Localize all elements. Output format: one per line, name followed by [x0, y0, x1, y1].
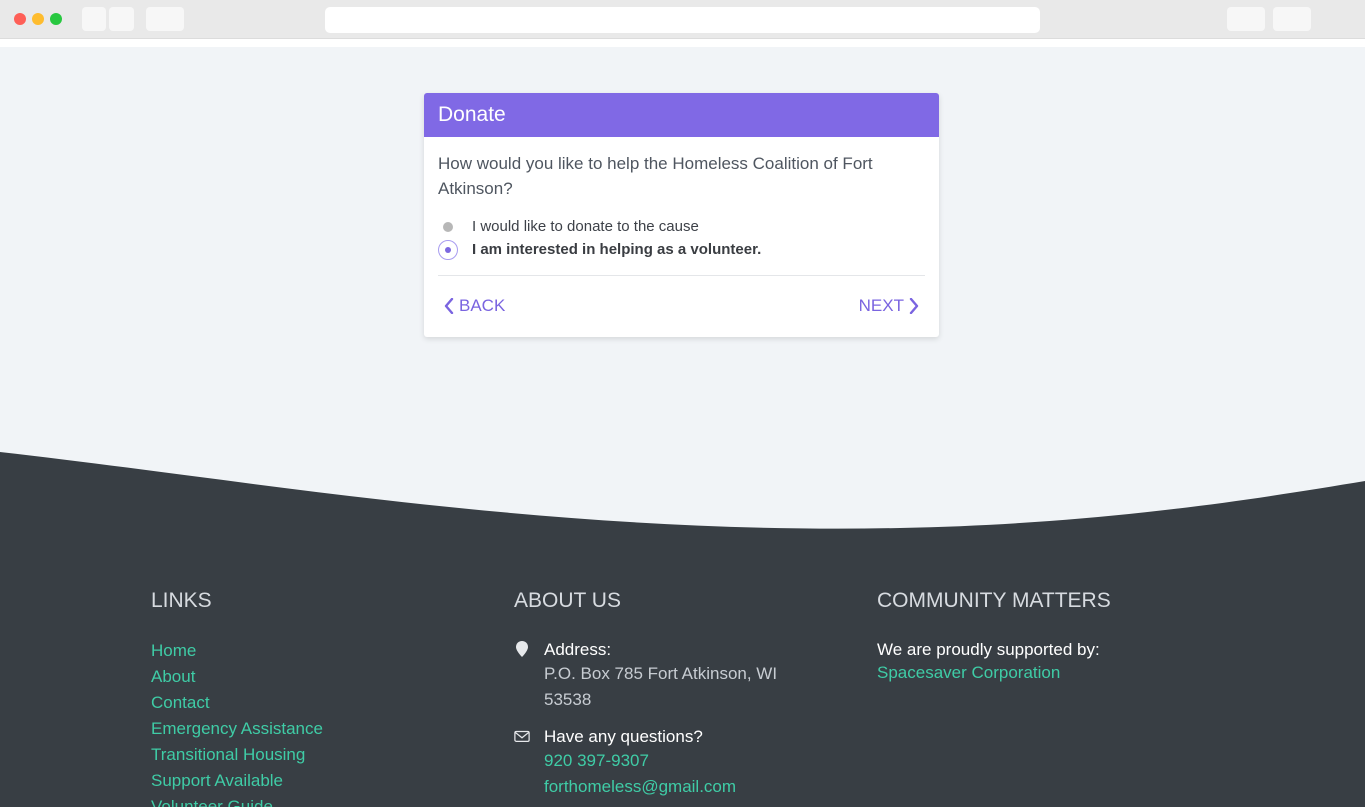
footer-wave [0, 452, 1365, 540]
options-group: I would like to donate to the cause I am… [438, 215, 925, 261]
footer-links-list: Home About Contact Emergency Assistance … [151, 638, 323, 807]
email-link[interactable]: forthomeless@gmail.com [544, 774, 794, 800]
chevron-left-icon [444, 298, 454, 314]
forward-nav-button[interactable] [109, 7, 134, 31]
sponsor-link[interactable]: Spacesaver Corporation [877, 661, 1111, 684]
footer-link-volunteer[interactable]: Volunteer Guide [151, 794, 323, 807]
envelope-icon [514, 730, 530, 742]
question-text: How would you like to help the Homeless … [438, 154, 873, 198]
phone-link[interactable]: 920 397-9307 [544, 748, 794, 774]
donate-card: Donate How would you like to help the Ho… [424, 93, 939, 337]
footer-link-housing[interactable]: Transitional Housing [151, 742, 323, 768]
option-label: I am interested in helping as a voluntee… [472, 241, 762, 258]
card-body: How would you like to help the Homeless … [424, 137, 939, 334]
address-block: Address: P.O. Box 785 Fort Atkinson, WI … [514, 638, 794, 713]
maximize-window-button[interactable] [50, 13, 62, 25]
footer-link-support[interactable]: Support Available [151, 768, 323, 794]
share-button[interactable] [1227, 7, 1265, 31]
sidebar-toggle-button[interactable] [146, 7, 184, 31]
radio-donate[interactable] [438, 217, 458, 237]
footer-community-column: COMMUNITY MATTERS We are proudly support… [877, 588, 1111, 684]
next-label: NEXT [858, 296, 904, 315]
back-label: BACK [459, 296, 506, 315]
tabs-button[interactable] [1273, 7, 1311, 31]
option-label: I would like to donate to the cause [472, 218, 699, 235]
next-button[interactable]: NEXT [859, 296, 919, 316]
community-heading: COMMUNITY MATTERS [877, 589, 1111, 612]
site-footer: LINKS Home About Contact Emergency Assis… [0, 530, 1365, 807]
radio-volunteer[interactable] [438, 239, 458, 260]
address-bar[interactable] [325, 7, 1040, 33]
card-header: Donate [424, 93, 939, 137]
questions-label: Have any questions? [544, 727, 703, 746]
footer-link-contact[interactable]: Contact [151, 690, 323, 716]
chevron-right-icon [909, 298, 919, 314]
nav-row: BACK NEXT [438, 276, 925, 334]
footer-about-column: ABOUT US Address: P.O. Box 785 Fort Atki… [514, 588, 794, 800]
card-title: Donate [438, 103, 506, 126]
about-heading: ABOUT US [514, 589, 621, 612]
close-window-button[interactable] [14, 13, 26, 25]
back-button[interactable]: BACK [444, 296, 505, 316]
option-volunteer[interactable]: I am interested in helping as a voluntee… [438, 238, 925, 261]
browser-toolbar [0, 0, 1365, 39]
footer-link-about[interactable]: About [151, 664, 323, 690]
option-donate[interactable]: I would like to donate to the cause [438, 215, 925, 238]
contact-block: Have any questions? 920 397-9307 forthom… [514, 725, 794, 800]
chrome-divider [0, 39, 1365, 47]
footer-link-emergency[interactable]: Emergency Assistance [151, 716, 323, 742]
address-label: Address: [544, 640, 612, 659]
address-text: P.O. Box 785 Fort Atkinson, WI 53538 [544, 664, 778, 709]
back-nav-button[interactable] [82, 7, 106, 31]
footer-link-home[interactable]: Home [151, 638, 323, 664]
footer-links-column: LINKS Home About Contact Emergency Assis… [151, 588, 323, 807]
map-pin-icon [516, 641, 528, 657]
links-heading: LINKS [151, 589, 212, 612]
supported-label: We are proudly supported by: [877, 640, 1100, 659]
minimize-window-button[interactable] [32, 13, 44, 25]
